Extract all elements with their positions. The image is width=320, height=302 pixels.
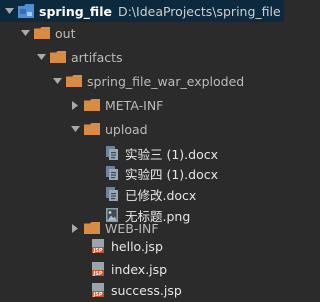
jsp-file-icon: JSP <box>90 282 106 298</box>
tree-row-war-exploded[interactable]: spring_file_war_exploded <box>0 70 320 92</box>
file-label: 已修改.docx <box>125 187 197 203</box>
project-tree: spring_file D:\IdeaProjects\spring_file … <box>0 0 284 302</box>
folder-icon <box>34 25 50 41</box>
project-path: D:\IdeaProjects\spring_file <box>117 3 281 19</box>
jsp-file-icon: JSP <box>90 238 106 254</box>
jsp-file-label: index.jsp <box>111 261 168 277</box>
folder-icon <box>50 49 66 65</box>
docx-file-icon <box>104 165 120 181</box>
chevron-down-icon[interactable] <box>20 22 30 44</box>
jsp-file-label: hello.jsp <box>111 238 163 254</box>
chevron-down-icon[interactable] <box>4 0 14 22</box>
chevron-right-icon[interactable] <box>70 94 80 116</box>
folder-icon <box>66 73 82 89</box>
project-name: spring_file <box>39 3 112 19</box>
docx-file-icon <box>104 186 120 202</box>
tree-row-file[interactable]: 实验四 (1).docx <box>0 162 320 184</box>
folder-icon <box>84 220 100 236</box>
tree-row-meta-inf[interactable]: META-INF <box>0 94 320 116</box>
tree-row-project-root[interactable]: spring_file D:\IdeaProjects\spring_file <box>0 0 284 22</box>
tree-row-artifacts[interactable]: artifacts <box>0 46 316 68</box>
tree-row-upload[interactable]: upload <box>0 118 320 140</box>
folder-label-out: out <box>55 25 76 41</box>
jsp-file-icon: JSP <box>90 261 106 277</box>
file-label: 实验三 (1).docx <box>125 146 219 162</box>
tree-row-file[interactable]: 实验三 (1).docx <box>0 142 320 164</box>
jsp-file-label: success.jsp <box>111 282 182 298</box>
folder-label-upload: upload <box>105 121 148 137</box>
folder-icon <box>84 121 100 137</box>
project-folder-icon <box>18 3 34 19</box>
file-label: 实验四 (1).docx <box>125 166 219 182</box>
svg-text:JSP: JSP <box>92 292 102 298</box>
folder-label-artifacts: artifacts <box>71 49 123 65</box>
svg-text:JSP: JSP <box>92 248 102 254</box>
docx-file-icon <box>104 145 120 161</box>
folder-label-war-exploded: spring_file_war_exploded <box>87 73 245 89</box>
tree-row-out[interactable]: out <box>0 22 300 44</box>
chevron-down-icon[interactable] <box>70 118 80 140</box>
tree-row-jsp[interactable]: JSP index.jsp <box>0 258 320 280</box>
folder-label-meta-inf: META-INF <box>105 97 164 113</box>
tree-row-jsp[interactable]: JSP hello.jsp <box>0 235 320 257</box>
tree-row-jsp[interactable]: JSP success.jsp <box>0 279 320 301</box>
folder-label-web-inf: WEB-INF <box>105 220 159 236</box>
chevron-down-icon[interactable] <box>36 46 46 68</box>
tree-row-file[interactable]: 已修改.docx <box>0 183 320 205</box>
chevron-down-icon[interactable] <box>52 70 62 92</box>
svg-text:JSP: JSP <box>92 271 102 277</box>
folder-icon <box>84 97 100 113</box>
